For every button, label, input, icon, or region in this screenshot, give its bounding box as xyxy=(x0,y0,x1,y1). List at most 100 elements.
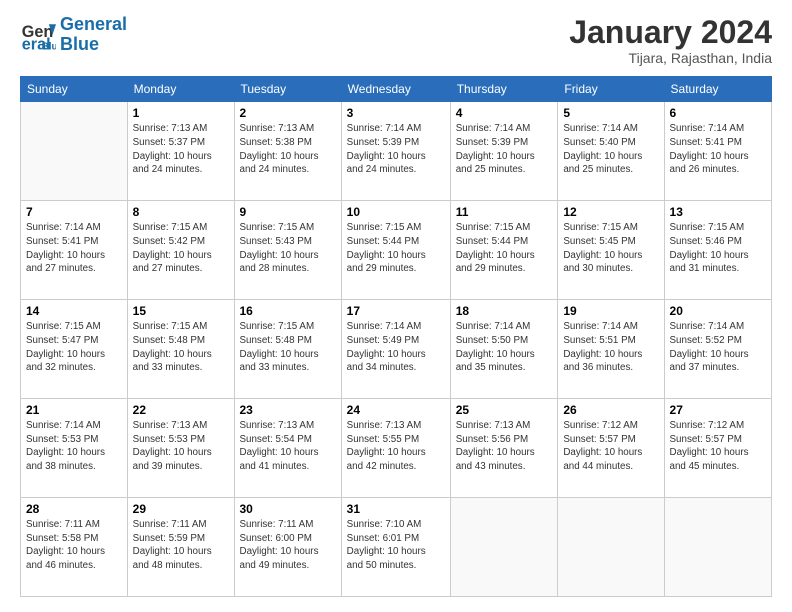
calendar-cell xyxy=(558,498,664,597)
calendar-cell: 21Sunrise: 7:14 AM Sunset: 5:53 PM Dayli… xyxy=(21,399,128,498)
calendar-cell: 20 Sunrise: 7:14 AM Sunset: 5:52 PM Dayli… xyxy=(664,300,771,399)
day-header-tuesday: Tuesday xyxy=(234,77,341,102)
day-info: Sunrise: 7:13 AM Sunset: 5:38 PM Dayligh… xyxy=(240,122,336,177)
logo-blue: Blue xyxy=(60,34,99,54)
day-number: 27 xyxy=(670,403,766,417)
calendar-cell: 29 Sunrise: 7:11 AM Sunset: 5:59 PM Dayli… xyxy=(127,498,234,597)
day-info: Sunrise: 7:14 AM Sunset: 5:41 PM Dayligh… xyxy=(26,221,122,276)
calendar-cell: 13 Sunrise: 7:15 AM Sunset: 5:46 PM Dayli… xyxy=(664,201,771,300)
day-number: 6 xyxy=(670,106,766,120)
calendar-cell xyxy=(21,102,128,201)
day-number: 7 xyxy=(26,205,122,219)
calendar-cell: 25Sunrise: 7:13 AM Sunset: 5:56 PM Dayli… xyxy=(450,399,558,498)
day-number: 18 xyxy=(456,304,553,318)
day-info: Sunrise: 7:14 AM Sunset: 5:39 PM Dayligh… xyxy=(347,122,445,177)
calendar-cell: 26 Sunrise: 7:12 AM Sunset: 5:57 PM Dayli… xyxy=(558,399,664,498)
day-number: 14 xyxy=(26,304,122,318)
calendar-cell: 7 Sunrise: 7:14 AM Sunset: 5:41 PM Daylig… xyxy=(21,201,128,300)
day-info: Sunrise: 7:15 AM Sunset: 5:46 PM Dayligh… xyxy=(670,221,766,276)
day-info: Sunrise: 7:15 AM Sunset: 5:44 PM Dayligh… xyxy=(456,221,553,276)
day-number: 1 xyxy=(133,106,229,120)
logo-text: General Blue xyxy=(60,15,127,55)
calendar-cell: 23Sunrise: 7:13 AM Sunset: 5:54 PM Dayli… xyxy=(234,399,341,498)
calendar-cell: 22 Sunrise: 7:13 AM Sunset: 5:53 PM Dayli… xyxy=(127,399,234,498)
day-info: Sunrise: 7:12 AM Sunset: 5:57 PM Dayligh… xyxy=(670,419,766,474)
logo-icon: Gen eral Blue xyxy=(20,17,56,53)
day-info: Sunrise: 7:14 AM Sunset: 5:41 PM Dayligh… xyxy=(670,122,766,177)
calendar-week-0: 1 Sunrise: 7:13 AM Sunset: 5:37 PM Daylig… xyxy=(21,102,772,201)
page: Gen eral Blue General Blue January 2024 … xyxy=(0,0,792,612)
day-number: 24 xyxy=(347,403,445,417)
day-number: 19 xyxy=(563,304,658,318)
calendar-week-4: 28 Sunrise: 7:11 AM Sunset: 5:58 PM Dayli… xyxy=(21,498,772,597)
day-info: Sunrise: 7:12 AM Sunset: 5:57 PM Dayligh… xyxy=(563,419,658,474)
calendar-cell: 6 Sunrise: 7:14 AM Sunset: 5:41 PM Daylig… xyxy=(664,102,771,201)
calendar-cell: 14 Sunrise: 7:15 AM Sunset: 5:47 PM Dayli… xyxy=(21,300,128,399)
day-info: Sunrise: 7:11 AM Sunset: 6:00 PM Dayligh… xyxy=(240,518,336,573)
day-info: Sunrise: 7:10 AM Sunset: 6:01 PM Dayligh… xyxy=(347,518,445,573)
day-number: 10 xyxy=(347,205,445,219)
day-header-monday: Monday xyxy=(127,77,234,102)
calendar-week-1: 7 Sunrise: 7:14 AM Sunset: 5:41 PM Daylig… xyxy=(21,201,772,300)
day-number: 17 xyxy=(347,304,445,318)
calendar-cell: 3 Sunrise: 7:14 AM Sunset: 5:39 PM Daylig… xyxy=(341,102,450,201)
day-number: 20 xyxy=(670,304,766,318)
day-number: 3 xyxy=(347,106,445,120)
month-title: January 2024 xyxy=(569,15,772,50)
calendar-cell: 8 Sunrise: 7:15 AM Sunset: 5:42 PM Daylig… xyxy=(127,201,234,300)
day-number: 13 xyxy=(670,205,766,219)
day-header-thursday: Thursday xyxy=(450,77,558,102)
day-info: Sunrise: 7:15 AM Sunset: 5:43 PM Dayligh… xyxy=(240,221,336,276)
day-info: Sunrise: 7:14 AM Sunset: 5:52 PM Dayligh… xyxy=(670,320,766,375)
day-number: 28 xyxy=(26,502,122,516)
day-info: Sunrise: 7:13 AM Sunset: 5:55 PM Dayligh… xyxy=(347,419,445,474)
day-number: 15 xyxy=(133,304,229,318)
day-number: 22 xyxy=(133,403,229,417)
day-number: 26 xyxy=(563,403,658,417)
day-number: 8 xyxy=(133,205,229,219)
day-number: 2 xyxy=(240,106,336,120)
day-info: Sunrise: 7:14 AM Sunset: 5:40 PM Dayligh… xyxy=(563,122,658,177)
calendar-cell: 10 Sunrise: 7:15 AM Sunset: 5:44 PM Dayli… xyxy=(341,201,450,300)
day-number: 25 xyxy=(456,403,553,417)
day-info: Sunrise: 7:11 AM Sunset: 5:59 PM Dayligh… xyxy=(133,518,229,573)
calendar-cell: 11 Sunrise: 7:15 AM Sunset: 5:44 PM Dayli… xyxy=(450,201,558,300)
calendar-table: SundayMondayTuesdayWednesdayThursdayFrid… xyxy=(20,76,772,597)
day-info: Sunrise: 7:15 AM Sunset: 5:44 PM Dayligh… xyxy=(347,221,445,276)
calendar-cell: 30 Sunrise: 7:11 AM Sunset: 6:00 PM Dayli… xyxy=(234,498,341,597)
day-number: 31 xyxy=(347,502,445,516)
day-number: 29 xyxy=(133,502,229,516)
calendar-week-3: 21Sunrise: 7:14 AM Sunset: 5:53 PM Dayli… xyxy=(21,399,772,498)
day-number: 11 xyxy=(456,205,553,219)
day-number: 16 xyxy=(240,304,336,318)
calendar-cell xyxy=(664,498,771,597)
day-number: 30 xyxy=(240,502,336,516)
header: Gen eral Blue General Blue January 2024 … xyxy=(20,15,772,66)
day-number: 4 xyxy=(456,106,553,120)
day-info: Sunrise: 7:11 AM Sunset: 5:58 PM Dayligh… xyxy=(26,518,122,573)
svg-text:Blue: Blue xyxy=(42,41,56,52)
day-header-friday: Friday xyxy=(558,77,664,102)
day-info: Sunrise: 7:14 AM Sunset: 5:49 PM Dayligh… xyxy=(347,320,445,375)
day-info: Sunrise: 7:13 AM Sunset: 5:37 PM Dayligh… xyxy=(133,122,229,177)
day-info: Sunrise: 7:15 AM Sunset: 5:45 PM Dayligh… xyxy=(563,221,658,276)
calendar-cell: 5 Sunrise: 7:14 AM Sunset: 5:40 PM Daylig… xyxy=(558,102,664,201)
day-number: 9 xyxy=(240,205,336,219)
day-info: Sunrise: 7:15 AM Sunset: 5:42 PM Dayligh… xyxy=(133,221,229,276)
calendar-week-2: 14 Sunrise: 7:15 AM Sunset: 5:47 PM Dayli… xyxy=(21,300,772,399)
day-number: 5 xyxy=(563,106,658,120)
calendar-cell: 4Sunrise: 7:14 AM Sunset: 5:39 PM Daylig… xyxy=(450,102,558,201)
day-info: Sunrise: 7:14 AM Sunset: 5:53 PM Dayligh… xyxy=(26,419,122,474)
calendar-cell: 18Sunrise: 7:14 AM Sunset: 5:50 PM Dayli… xyxy=(450,300,558,399)
day-info: Sunrise: 7:13 AM Sunset: 5:53 PM Dayligh… xyxy=(133,419,229,474)
day-header-saturday: Saturday xyxy=(664,77,771,102)
day-header-wednesday: Wednesday xyxy=(341,77,450,102)
day-info: Sunrise: 7:15 AM Sunset: 5:48 PM Dayligh… xyxy=(133,320,229,375)
calendar-cell: 15 Sunrise: 7:15 AM Sunset: 5:48 PM Dayli… xyxy=(127,300,234,399)
calendar-cell: 24 Sunrise: 7:13 AM Sunset: 5:55 PM Dayli… xyxy=(341,399,450,498)
calendar-cell: 28 Sunrise: 7:11 AM Sunset: 5:58 PM Dayli… xyxy=(21,498,128,597)
calendar-cell: 16Sunrise: 7:15 AM Sunset: 5:48 PM Dayli… xyxy=(234,300,341,399)
day-info: Sunrise: 7:15 AM Sunset: 5:47 PM Dayligh… xyxy=(26,320,122,375)
logo-general: General xyxy=(60,14,127,34)
calendar-cell xyxy=(450,498,558,597)
